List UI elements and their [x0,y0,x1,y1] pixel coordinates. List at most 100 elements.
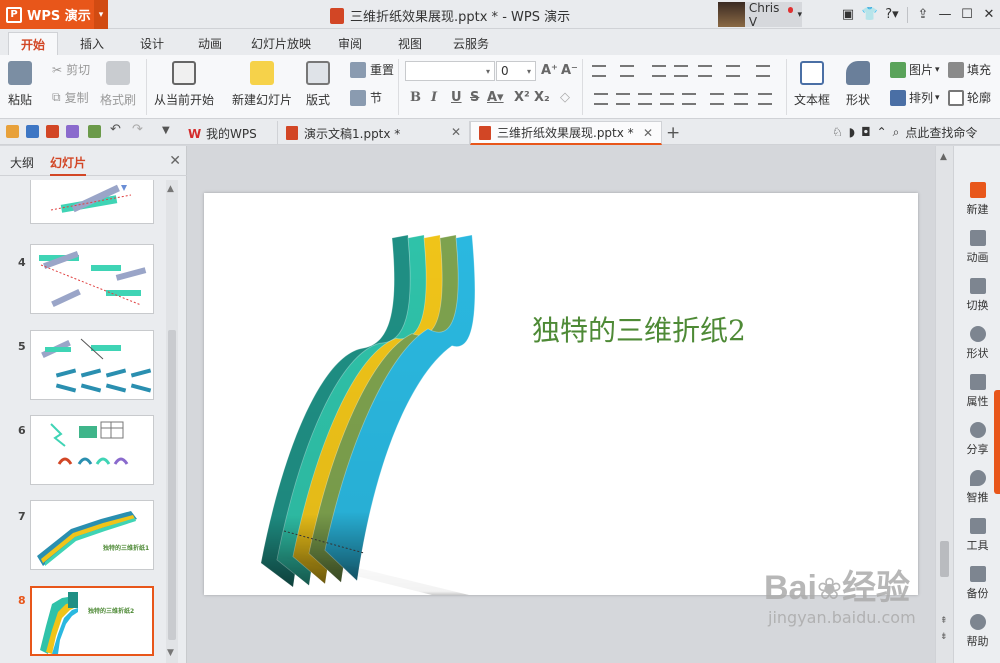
align-right-icon[interactable] [638,93,652,105]
collapse-icon[interactable]: ⌃ [877,125,887,139]
tab-home[interactable]: 开始 [8,32,58,55]
right-animation-button[interactable]: 动画 [954,230,1000,265]
right-transition-button[interactable]: 切换 [954,278,1000,313]
undo-icon[interactable]: ↶ [110,122,123,137]
shirt-icon[interactable]: 👕 [859,7,881,22]
export-pdf-icon[interactable] [46,125,59,138]
tab-outline[interactable]: 大纲 [10,154,34,171]
justify-icon[interactable] [660,93,674,105]
spacing-icon[interactable] [756,65,770,77]
section-button[interactable]: 节 [350,89,382,106]
tab-view[interactable]: 视图 [390,32,430,55]
italic-icon[interactable]: I [431,90,437,105]
user-dropdown-icon[interactable]: ▾ [797,10,802,20]
shape-button[interactable]: 形状 [846,61,870,108]
pane-expand-handle[interactable] [994,390,1000,494]
textbox-button[interactable]: 文本框 [794,61,830,108]
slide-thumbnail-5[interactable] [30,330,154,400]
tab-my-wps[interactable]: W 我的WPS [180,121,278,145]
subscript-icon[interactable]: X₂ [534,90,550,105]
align-left-icon[interactable] [594,93,608,105]
wps-app-menu-button[interactable]: P WPS 演示 ▾ [0,0,108,29]
collab-icon[interactable]: ♘ [832,125,843,139]
paste-button[interactable]: 粘贴 [8,61,32,108]
slides-panel-scrollbar[interactable]: ▲ ▼ [166,180,178,663]
help-icon[interactable]: ?▾ [881,7,903,22]
new-slide-button[interactable]: 新建幻灯片 [232,61,292,108]
search-icon[interactable]: ⌕ [893,125,900,140]
cut-button[interactable]: ✂ 剪切 [52,61,90,78]
close-tab-icon[interactable]: ✕ [643,126,653,140]
maximize-button[interactable]: ☐ [956,7,978,22]
font-color-icon[interactable]: A▾ [487,90,504,105]
command-search-input[interactable]: 点此查找命令 [905,124,977,141]
right-shape-button[interactable]: 形状 [954,326,1000,361]
new-tab-icon[interactable]: + [666,123,680,143]
slide-editor-scrollbar[interactable]: ▲ ⇞ ⇟ [935,146,953,663]
tab-document-1[interactable]: 演示文稿1.pptx * ✕ [278,121,470,145]
print-preview-icon[interactable] [88,125,101,138]
slide-thumbnail-3[interactable] [30,180,154,224]
close-icon[interactable]: ✕ [169,153,181,169]
bullets-icon[interactable] [592,65,606,77]
prev-slide-icon[interactable]: ⇞ [940,616,948,626]
customize-dropdown-icon[interactable]: ▼ [162,125,175,138]
tab-design[interactable]: 设计 [130,32,174,55]
scrollbar-thumb[interactable] [940,541,949,577]
text-direction-icon[interactable] [698,65,712,77]
play-from-current-button[interactable]: 从当前开始 [154,61,214,108]
fill-button[interactable]: 填充 [948,61,991,78]
increase-indent-icon[interactable] [674,65,688,77]
format-painter-button[interactable]: 格式刷 [100,61,136,108]
para-spacing-icon[interactable] [734,93,748,105]
font-size-select[interactable]: 0 ▾ [496,61,536,81]
next-slide-icon[interactable]: ⇟ [940,632,948,642]
arrange-button[interactable]: 排列 ▾ [890,89,940,106]
slide-thumbnail-6[interactable] [30,415,154,485]
outline-button[interactable]: 轮廓 [948,89,991,106]
superscript-icon[interactable]: X² [514,90,530,105]
picture-button[interactable]: 图片 ▾ [890,61,940,78]
columns-icon[interactable] [758,93,772,105]
layout-button[interactable]: 版式 [306,61,330,108]
align-text-icon[interactable] [726,65,740,77]
decrease-indent-icon[interactable] [652,65,666,77]
open-folder-icon[interactable] [6,125,19,138]
bold-icon[interactable]: B [410,90,421,105]
skin-icon[interactable]: ▣ [837,7,859,22]
close-button[interactable]: ✕ [978,7,1000,22]
right-tools-button[interactable]: 工具 [954,518,1000,553]
scroll-up-icon[interactable]: ▲ [940,152,947,162]
scrollbar-thumb[interactable] [168,330,176,640]
right-help-button[interactable]: 帮助 [954,614,1000,649]
scroll-down-icon[interactable]: ▼ [167,648,174,658]
decrease-font-icon[interactable]: A⁻ [561,63,578,78]
scroll-up-icon[interactable]: ▲ [167,184,174,194]
tab-insert[interactable]: 插入 [70,32,114,55]
save-icon[interactable] [26,125,39,138]
line-spacing-icon[interactable] [710,93,724,105]
reset-button[interactable]: 重置 [350,61,394,78]
folded-paper-graphic[interactable] [204,193,918,595]
tab-slides[interactable]: 幻灯片 [50,154,87,176]
right-new-button[interactable]: 新建 [954,182,1000,217]
tab-document-2[interactable]: 三维折纸效果展现.pptx * ✕ [470,121,662,145]
tab-slideshow[interactable]: 幻灯片放映 [248,32,314,55]
right-backup-button[interactable]: 备份 [954,566,1000,601]
font-name-select[interactable]: ▾ [405,61,495,81]
current-slide[interactable]: 独特的三维折纸2 [204,193,918,595]
redo-icon[interactable]: ↷ [132,122,145,137]
increase-font-icon[interactable]: A⁺ [541,63,558,78]
share-icon[interactable]: ◗ [849,125,855,139]
tab-review[interactable]: 审阅 [330,32,370,55]
user-account[interactable]: Chris V ▾ [718,1,802,29]
slide-title[interactable]: 独特的三维折纸2 [532,309,746,349]
close-tab-icon[interactable]: ✕ [451,125,461,139]
copy-button[interactable]: ⧉ 复制 [52,89,89,106]
tab-cloud[interactable]: 云服务 [446,32,496,55]
upload-icon[interactable]: ⇪ [912,7,934,22]
app-menu-dropdown-icon[interactable]: ▾ [94,0,108,29]
strikethrough-icon[interactable]: S [470,90,479,105]
clear-format-icon[interactable]: ◇ [560,90,570,105]
underline-icon[interactable]: U [451,90,462,105]
